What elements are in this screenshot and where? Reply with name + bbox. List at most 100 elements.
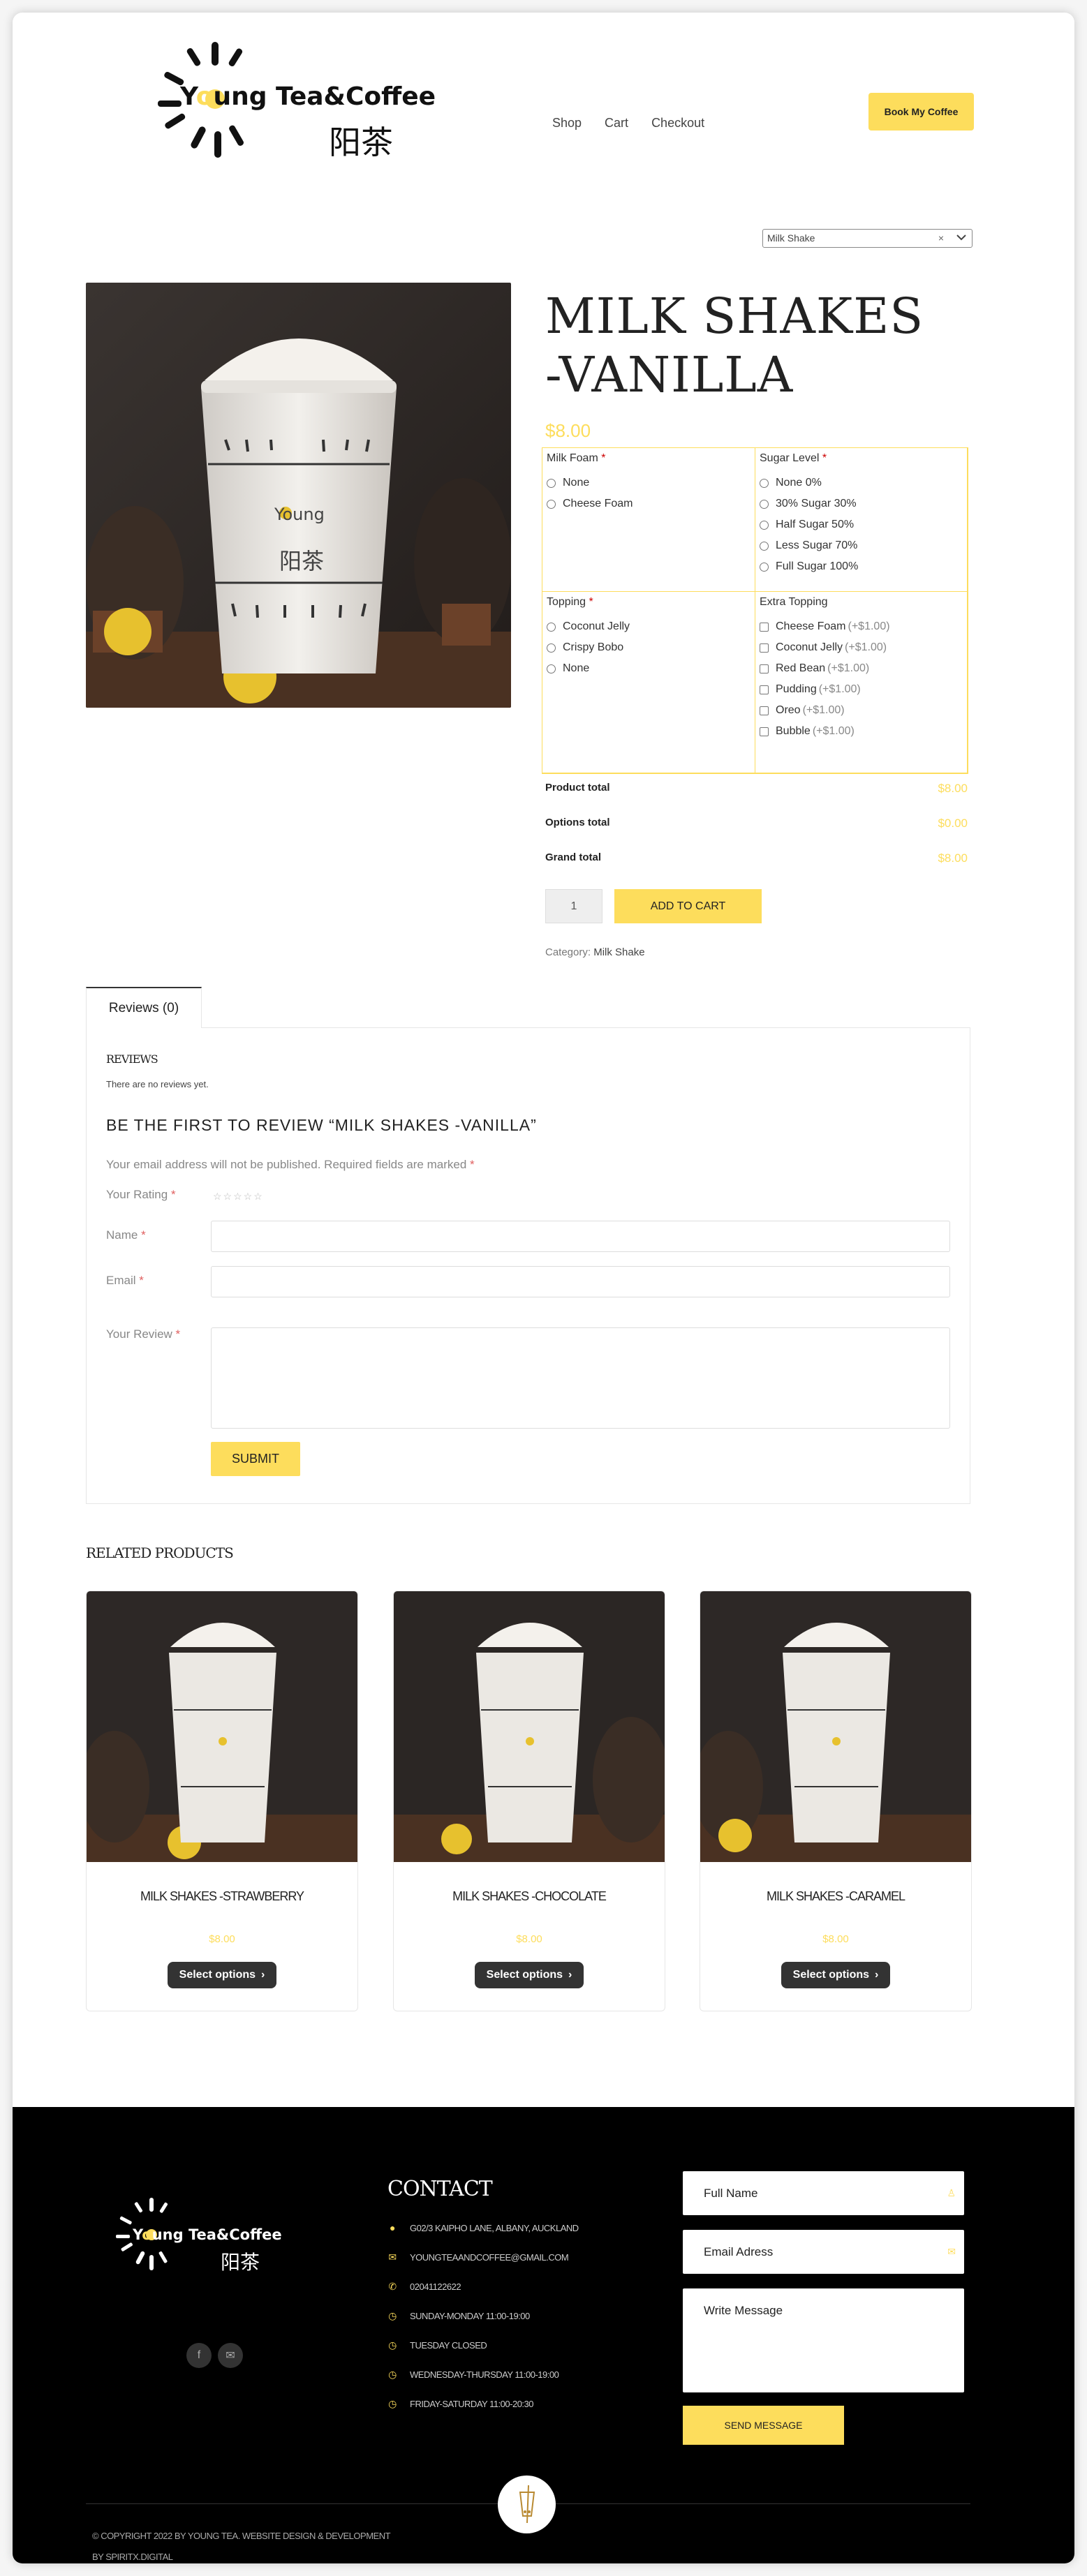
product-card-image[interactable] [700,1591,971,1862]
radio-button[interactable] [547,622,556,632]
category-select[interactable]: Milk Shake × [762,229,973,248]
chevron-down-icon [955,231,968,246]
contact-email[interactable]: ✉ YOUNGTEAANDCOFFEE@GMAIL.COM [387,2251,568,2263]
product-card-image[interactable] [87,1591,357,1862]
radio-button[interactable] [547,478,556,488]
email-field[interactable] [211,1266,950,1297]
nav-checkout[interactable]: Checkout [651,116,704,131]
option-checkbox[interactable]: Coconut Jelly (+$1.00) [760,641,963,653]
radio-button[interactable] [547,499,556,509]
product-card-name[interactable]: MILK SHAKES -CARAMEL [700,1889,971,1904]
option-label: Coconut Jelly [776,641,843,653]
name-field[interactable] [211,1221,950,1252]
option-checkbox[interactable]: Cheese Foam (+$1.00) [760,620,963,632]
product-card-price: $8.00 [822,1933,849,1945]
product-card-image[interactable] [394,1591,665,1862]
select-options-button[interactable]: Select options › [781,1962,890,1988]
checkbox[interactable] [760,706,769,715]
contact-phone-text[interactable]: 02041122622 [410,2281,461,2292]
grand-total-label: Grand total [545,851,602,863]
facebook-icon[interactable]: f [186,2343,212,2368]
option-radio[interactable]: Full Sugar 100% [760,560,963,572]
hours-text: SUNDAY-MONDAY 11:00-19:00 [410,2311,530,2321]
select-options-button[interactable]: Select options › [168,1962,276,1988]
book-my-coffee-button[interactable]: Book My Coffee [868,93,974,131]
contact-phone[interactable]: ✆ 02041122622 [387,2281,461,2293]
message-field[interactable]: Write Message [683,2288,964,2392]
product-card[interactable]: MILK SHAKES -CARAMEL $8.00 Select option… [700,1591,972,2011]
option-radio[interactable]: Less Sugar 70% [760,539,963,551]
radio-button[interactable] [760,520,769,530]
option-checkbox[interactable]: Pudding (+$1.00) [760,683,963,695]
email-address-field[interactable]: Email Adress ✉ [683,2230,964,2274]
related-products-heading: RELATED PRODUCTS [86,1544,234,1561]
radio-button[interactable] [760,562,769,572]
option-checkbox[interactable]: Bubble (+$1.00) [760,725,963,737]
full-name-field[interactable]: Full Name ♙ [683,2171,964,2215]
option-label: Coconut Jelly [563,620,630,632]
option-radio[interactable]: Crispy Bobo [547,641,750,653]
option-checkbox[interactable]: Red Bean (+$1.00) [760,662,963,674]
select-options-label: Select options [792,1969,870,1981]
option-checkbox[interactable]: Oreo (+$1.00) [760,704,963,716]
brand-chinese-text: 阳茶 [221,2251,260,2274]
product-card-name[interactable]: MILK SHAKES -CHOCOLATE [394,1889,665,1904]
send-message-button[interactable]: SEND MESSAGE [683,2406,844,2445]
nav-cart[interactable]: Cart [605,116,628,131]
category-link[interactable]: Milk Shake [593,946,644,958]
option-label: Oreo [776,704,801,716]
product-price: $8.00 [545,420,591,441]
option-label: Full Sugar 100% [776,560,859,572]
option-radio[interactable]: None [547,477,750,489]
clock-icon: ◷ [388,2398,397,2409]
footer-logo[interactable]: Young Tea&Coffee 阳茶 [110,2195,313,2275]
chevron-right-icon: › [875,1969,879,1981]
checkbox[interactable] [760,685,769,694]
back-to-top-button[interactable] [498,2476,556,2533]
select-options-button[interactable]: Select options › [475,1962,584,1988]
clear-icon[interactable]: × [938,232,944,244]
option-radio[interactable]: Cheese Foam [547,498,750,509]
option-radio[interactable]: Coconut Jelly [547,620,750,632]
radio-button[interactable] [547,643,556,653]
no-reviews-text: There are no reviews yet. [106,1079,209,1089]
brand-logo[interactable]: Young Tea&Coffee 阳茶 [128,28,484,167]
cup-brand-text: Young [274,505,325,524]
checkbox[interactable] [760,622,769,632]
review-label: Your Review * [106,1327,180,1341]
tab-reviews[interactable]: Reviews (0) [86,987,202,1028]
submit-review-button[interactable]: SUBMIT [211,1442,300,1476]
sugar-level-group: Sugar Level * None 0% 30% Sugar 30% Half… [755,447,968,592]
radio-button[interactable] [760,541,769,551]
bubble-tea-icon [519,2485,535,2523]
option-radio[interactable]: 30% Sugar 30% [760,498,963,509]
product-card[interactable]: MILK SHAKES -CHOCOLATE $8.00 Select opti… [393,1591,665,2011]
option-radio[interactable]: None [547,662,750,674]
hours-line: ◷ FRIDAY-SATURDAY 11:00-20:30 [387,2398,533,2410]
nav-shop[interactable]: Shop [552,116,582,131]
review-textarea[interactable] [211,1327,950,1429]
radio-button[interactable] [760,499,769,509]
checkbox[interactable] [760,643,769,653]
star-rating-input[interactable]: ☆☆☆☆☆ [213,1191,264,1203]
product-card[interactable]: MILK SHAKES -STRAWBERRY $8.00 Select opt… [86,1591,358,2011]
contact-email-text[interactable]: YOUNGTEAANDCOFFEE@GMAIL.COM [410,2252,569,2263]
checkbox[interactable] [760,727,769,736]
radio-button[interactable] [760,478,769,488]
hours-line: ◷ SUNDAY-MONDAY 11:00-19:00 [387,2310,530,2322]
option-radio[interactable]: Half Sugar 50% [760,519,963,530]
add-to-cart-button[interactable]: ADD TO CART [614,889,762,923]
product-image[interactable]: Young 阳茶 [86,283,511,708]
option-radio[interactable]: None 0% [760,477,963,489]
site-footer: Young Tea&Coffee 阳茶 f ✉ CONTACT ● G02/3 K… [13,2107,1074,2563]
svg-text:Young Tea&Coffee: Young Tea&Coffee [179,82,436,111]
product-card-name[interactable]: MILK SHAKES -STRAWBERRY [87,1889,357,1904]
checkbox[interactable] [760,664,769,673]
email-social-icon[interactable]: ✉ [218,2343,243,2368]
hours-line: ◷ WEDNESDAY-THURSDAY 11:00-19:00 [387,2369,559,2381]
radio-button[interactable] [547,664,556,673]
quantity-input[interactable]: 1 [545,889,602,923]
option-label: Crispy Bobo [563,641,624,653]
required-mark: * [139,1274,144,1287]
review-label-text: Your Review [106,1327,172,1341]
